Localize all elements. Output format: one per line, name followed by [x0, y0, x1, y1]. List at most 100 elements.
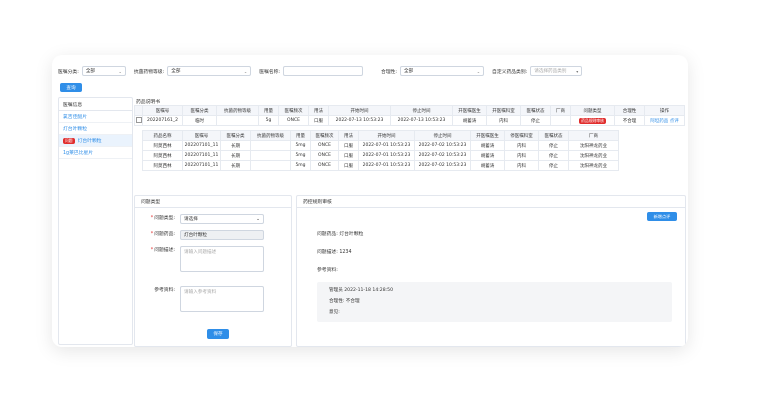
drug-name-cell: 阿莫西林 — [142, 140, 183, 151]
col-header: 医嘱分类 — [182, 105, 217, 116]
col-header: 开始时间 — [328, 105, 391, 116]
rationality-label: 合理性: — [381, 69, 398, 75]
review-comment-box: 管理员 2022-11-18 14:28:50 合理性: 不合理 意见: — [317, 282, 672, 322]
col-header: 开医嘱科室 — [486, 105, 521, 116]
dept-cell: 内科 — [504, 150, 539, 161]
level-cell — [250, 140, 291, 151]
order-list-item-active[interactable]: 问题 灯台叶颗粒 — [59, 135, 132, 147]
order-no-cell: 202207101_11 — [182, 160, 221, 171]
custom-drug-category-select[interactable]: 请选择药品类别 ▾ — [530, 66, 583, 76]
order-no-cell: 202207101_11 — [182, 150, 221, 161]
antibacterial-level-label: 抗菌药物等级: — [133, 69, 165, 75]
rationality-select[interactable]: 全部 ⌄ — [400, 66, 485, 76]
freq-cell: ONCE — [310, 150, 339, 161]
table-row: 阿莫西林 202207101_11 长期 5mg ONCE 口服 2022-07… — [142, 160, 619, 171]
col-header: 抗菌药物等级 — [216, 105, 259, 116]
issue-form-title: 问题类型 — [135, 196, 291, 208]
start-cell: 2022-07-01 10:53:23 — [358, 160, 415, 171]
drug-name-cell: 阿莫西林 — [142, 160, 183, 171]
col-header: 医嘱号 — [142, 105, 183, 116]
col-header: 药品名称 — [142, 130, 183, 141]
add-review-button[interactable]: 新增点评 — [647, 212, 677, 221]
order-list-item[interactable]: 氯吉佳醚片 — [59, 111, 132, 123]
col-header: 医嘱频次 — [278, 105, 309, 116]
level-cell — [250, 160, 291, 171]
col-header: 用量 — [258, 105, 279, 116]
col-header: 合理性 — [614, 105, 645, 116]
start-cell: 2022-07-01 10:53:23 — [358, 150, 415, 161]
order-list-item[interactable]: 1g莱巴比星片 — [59, 147, 132, 159]
custom-drug-category-label: 自定义药品类别: — [492, 69, 528, 75]
col-header: 开医嘱医生 — [470, 130, 505, 141]
row-checkbox[interactable] — [136, 117, 142, 124]
doctor-cell: 胡蓄涛 — [470, 160, 505, 171]
usage-cell: 口服 — [338, 160, 359, 171]
dept-cell: 内科 — [504, 160, 539, 171]
issue-badge: 问题 — [63, 137, 75, 144]
col-header: 厂商 — [568, 130, 619, 141]
category-cell: 临时 — [182, 115, 217, 126]
freq-cell: ONCE — [310, 140, 339, 151]
category-cell: 长期 — [220, 160, 251, 171]
usage-cell: 口服 — [338, 150, 359, 161]
dose-cell: 5mg — [290, 140, 311, 151]
review-ref-line: 参考资料: — [317, 268, 338, 273]
order-list-panel: 医嘱信息 氯吉佳醚片 灯台叶颗粒 问题 灯台叶颗粒 1g莱巴比星片 — [58, 97, 133, 345]
chevron-down-icon: ⌄ — [243, 68, 248, 74]
order-category-select[interactable]: 全部 ⌄ — [81, 66, 126, 76]
order-list-item[interactable]: 灯台叶颗粒 — [59, 123, 132, 135]
query-button[interactable]: 查询 — [60, 83, 82, 92]
detail-table: 药品名称 医嘱号 医嘱分类 抗菌药物等级 用量 医嘱频次 用法 开始时间 停止时… — [142, 130, 619, 171]
dose-cell: 5mg — [290, 150, 311, 161]
order-table-header: 医嘱号 医嘱分类 抗菌药物等级 用量 医嘱频次 用法 开始时间 停止时间 开医嘱… — [134, 105, 685, 116]
col-header: 医嘱状态 — [520, 105, 551, 116]
col-header: 用法 — [338, 130, 359, 141]
order-name-label: 医嘱名称: — [259, 69, 281, 75]
issue-desc-textarea[interactable]: 请输入问题描述 — [180, 246, 264, 272]
order-no-cell: 202207161_2 — [142, 115, 183, 126]
review-opinion-line: 意见: — [329, 310, 340, 315]
col-header: 开医嘱医生 — [452, 105, 487, 116]
doctor-cell: 胡蓄涛 — [452, 115, 487, 126]
issue-desc-row: *问题描述: 请输入问题描述 — [135, 246, 264, 272]
chevron-down-icon: ⌄ — [476, 68, 481, 74]
col-header: 停医嘱科室 — [504, 130, 539, 141]
detail-table-wrap: 药品名称 医嘱号 医嘱分类 抗菌药物等级 用量 医嘱频次 用法 开始时间 停止时… — [142, 130, 684, 171]
col-header: 医嘱频次 — [310, 130, 339, 141]
vendor-cell: 沈阳神龙药业 — [568, 140, 619, 151]
table-row: 阿莫西林 202207101_11 长期 5mg ONCE 口服 2022-07… — [142, 150, 619, 161]
view-drug-link[interactable]: 阿坦药品 — [650, 119, 668, 124]
detail-table-header: 药品名称 医嘱号 医嘱分类 抗菌药物等级 用量 医嘱频次 用法 开始时间 停止时… — [142, 130, 619, 141]
col-header: 停止时间 — [414, 130, 471, 141]
chevron-down-icon: ▾ — [576, 68, 579, 74]
doctor-cell: 胡蓄涛 — [470, 150, 505, 161]
issue-drug-label: 问题药品: — [154, 232, 175, 237]
issue-type-badge: 药品规则审核 — [579, 117, 606, 124]
dose-cell: 5g — [258, 115, 279, 126]
order-category-label: 医嘱分类: — [58, 69, 79, 75]
col-header: 用量 — [290, 130, 311, 141]
issue-type-select[interactable]: 请选择 ⌄ — [180, 214, 264, 224]
issue-form-panel: 问题类型 *问题类型: 请选择 ⌄ *问题药品: 灯台叶颗粒 *问题描述: 请输入… — [134, 195, 292, 347]
issue-type-label: 问题类型: — [154, 216, 175, 221]
review-link[interactable]: 点评 — [670, 119, 679, 124]
status-cell: 停止 — [538, 150, 569, 161]
antibacterial-level-select[interactable]: 全部 ⌄ — [167, 66, 252, 76]
order-name-input[interactable] — [283, 66, 364, 76]
col-header: 停止时间 — [390, 105, 453, 116]
freq-cell: ONCE — [310, 160, 339, 171]
drug-instructions-title: 药品说明书 — [136, 99, 160, 105]
order-no-cell: 202207101_11 — [182, 140, 221, 151]
main-card: 医嘱分类: 全部 ⌄ 抗菌药物等级: 全部 ⌄ 医嘱名称: 合理性: 全部 ⌄ 自定义… — [52, 55, 688, 347]
col-header — [134, 105, 143, 116]
table-row: 阿莫西林 202207101_11 长期 5mg ONCE 口服 2022-07… — [142, 140, 619, 151]
col-header: 用法 — [308, 105, 329, 116]
start-cell: 2022-07-01 10:53:23 — [358, 140, 415, 151]
status-cell: 停止 — [538, 140, 569, 151]
dept-cell: 内科 — [504, 140, 539, 151]
save-button[interactable]: 保存 — [207, 329, 229, 339]
review-rationality-line: 合理性: 不合理 — [329, 299, 360, 304]
order-list-header: 医嘱信息 — [59, 98, 132, 111]
freq-cell: ONCE — [278, 115, 309, 126]
reference-textarea[interactable]: 请输入参考资料 — [180, 286, 264, 312]
